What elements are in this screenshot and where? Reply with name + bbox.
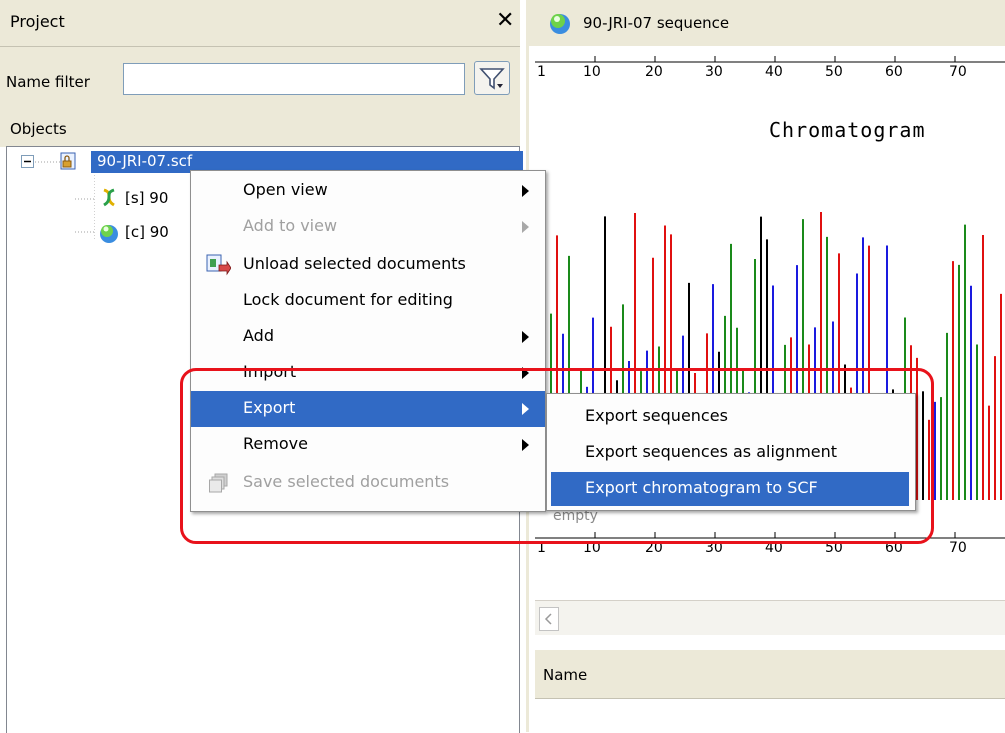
tree-connector [75, 231, 95, 233]
ruler-tick-label: 40 [765, 64, 783, 80]
horizontal-scrollbar[interactable] [535, 600, 1005, 635]
filter-row: Name filter Objects [0, 47, 520, 147]
scroll-left-button[interactable] [539, 607, 559, 631]
ruler-tick-label: 1 [537, 64, 546, 80]
menu-item-label: Open view [243, 180, 328, 199]
menu-item-label: Add [243, 326, 274, 345]
funnel-icon [479, 68, 505, 90]
collapse-icon[interactable] [21, 155, 35, 169]
close-panel-icon[interactable]: ✕ [496, 8, 514, 33]
name-column-header[interactable]: Name [535, 650, 1005, 699]
ruler-tick-label: 50 [825, 64, 843, 80]
ruler-tick-label: 70 [949, 64, 967, 80]
objects-label: Objects [10, 120, 67, 138]
submenu-arrow-icon [522, 331, 529, 343]
ruler-ticks [535, 56, 1005, 63]
menu-item-label: Unload selected documents [243, 254, 466, 273]
tree-item-sequence[interactable]: [s] 90 [125, 189, 168, 207]
menu-item-lock-document[interactable]: Lock document for editing [191, 283, 545, 319]
document-icon [60, 152, 76, 170]
top-ruler: 1 10 20 30 40 50 60 70 [535, 52, 1005, 82]
filter-button[interactable] [474, 61, 510, 95]
submenu-arrow-icon [522, 185, 529, 197]
highlight-annotation [180, 368, 934, 544]
editor-title: 90-JRI-07 sequence [583, 14, 730, 32]
tree-connector [75, 198, 95, 200]
menu-item-label: Add to view [243, 216, 338, 235]
ruler-tick-label: 30 [705, 64, 723, 80]
project-panel-title: Project [10, 12, 65, 31]
unload-icon [206, 254, 231, 276]
tree-item-label: 90-JRI-07.scf [97, 152, 193, 170]
menu-item-add[interactable]: Add [191, 319, 545, 355]
sequence-view-icon [550, 14, 570, 34]
menu-item-label: Lock document for editing [243, 290, 453, 309]
ruler-tick-label: 70 [949, 540, 967, 556]
sequence-icon [103, 188, 115, 207]
name-filter-label: Name filter [6, 73, 90, 91]
name-filter-input[interactable] [123, 63, 465, 95]
ruler-tick-label: 20 [645, 64, 663, 80]
tree-item-chromatogram[interactable]: [c] 90 [125, 223, 169, 241]
ruler-tick-label: 60 [885, 64, 903, 80]
editor-header: 90-JRI-07 sequence [529, 0, 1005, 46]
menu-item-unload-documents[interactable]: Unload selected documents [191, 247, 545, 283]
menu-item-add-to-view[interactable]: Add to view [191, 209, 545, 245]
name-column-label: Name [543, 666, 588, 684]
ruler-tick-label: 10 [583, 64, 601, 80]
sequence-editor: 90-JRI-07 sequence 1 10 20 30 40 50 60 7… [526, 0, 1005, 732]
submenu-arrow-icon [522, 221, 529, 233]
chromatogram-icon [100, 225, 118, 243]
menu-item-open-view[interactable]: Open view [191, 173, 545, 209]
project-panel-header: Project ✕ [0, 0, 520, 47]
tree-lines [35, 161, 95, 241]
chromatogram-title: Chromatogram [769, 118, 926, 142]
chevron-left-icon [544, 613, 552, 625]
